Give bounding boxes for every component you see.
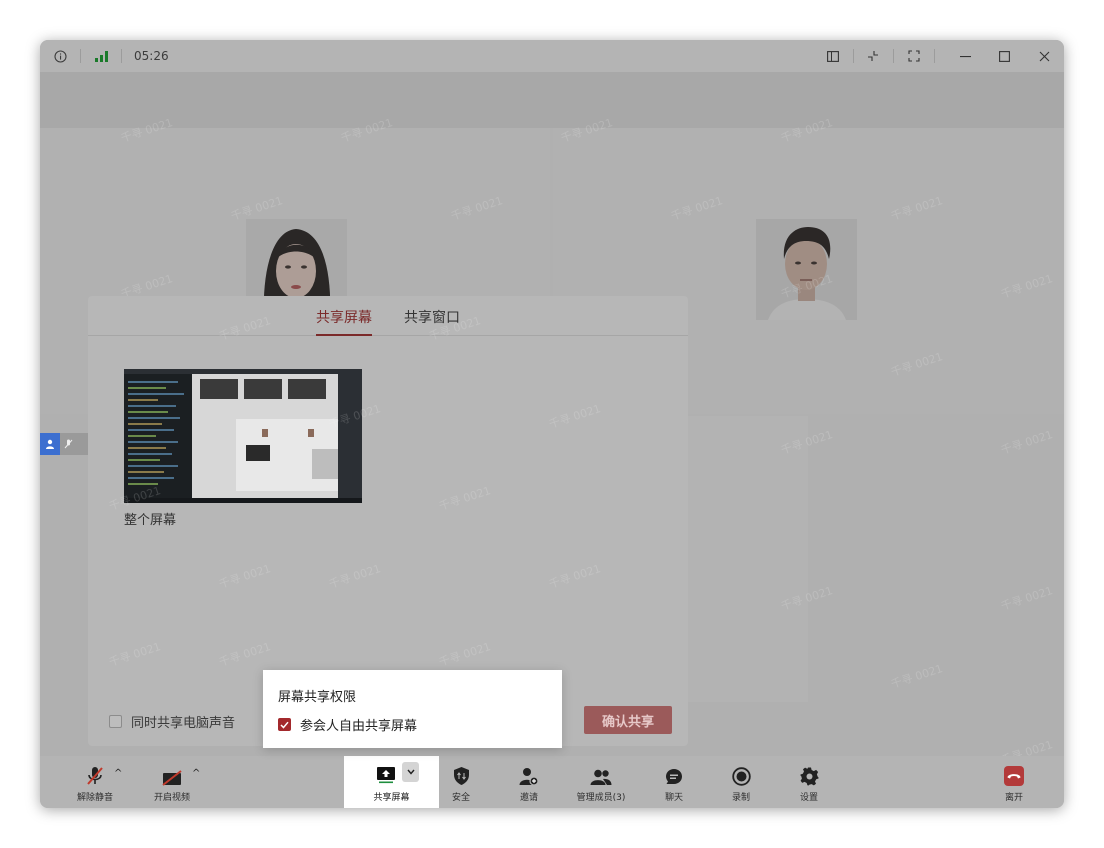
tab-share-screen[interactable]: 共享屏幕 xyxy=(316,307,372,336)
watermark: 千寻 0021 xyxy=(999,584,1055,613)
chat-label: 聊天 xyxy=(664,793,683,803)
confirm-share-button[interactable]: 确认共享 xyxy=(584,706,672,734)
watermark: 千寻 0021 xyxy=(547,562,603,591)
gear-icon xyxy=(800,756,819,786)
record-icon xyxy=(731,756,751,786)
share-tabs: 共享屏幕 共享窗口 xyxy=(88,296,688,336)
sidebar-layout-icon[interactable] xyxy=(825,40,841,72)
watermark: 千寻 0021 xyxy=(217,640,273,669)
settings-label: 设置 xyxy=(799,793,818,803)
share-audio-option[interactable]: 同时共享电脑声音 xyxy=(109,712,235,731)
record-button[interactable]: 录制 xyxy=(723,756,759,808)
security-label: 安全 xyxy=(451,793,470,803)
screen-thumbnail-caption: 整个屏幕 xyxy=(124,513,177,528)
tab-share-window[interactable]: 共享窗口 xyxy=(404,307,460,336)
mic-muted-icon xyxy=(86,756,104,786)
watermark: 千寻 0021 xyxy=(437,640,493,669)
share-permission-popup: 屏幕共享权限 参会人自由共享屏幕 xyxy=(263,670,562,748)
free-share-label: 参会人自由共享屏幕 xyxy=(300,719,418,734)
share-screen-label: 共享屏幕 xyxy=(373,793,410,803)
separator xyxy=(934,49,935,63)
mic-muted-icon xyxy=(60,439,76,449)
user-icon xyxy=(40,433,60,455)
participant-name-tag xyxy=(40,433,90,455)
leave-label: 离开 xyxy=(1004,793,1023,803)
camera-off-icon xyxy=(162,756,182,786)
share-audio-checkbox[interactable] xyxy=(109,715,122,728)
separator xyxy=(80,49,81,63)
meeting-clock: 05:26 xyxy=(134,49,169,63)
members-icon xyxy=(590,756,612,786)
screen-thumbnail[interactable] xyxy=(124,369,362,503)
watermark: 千寻 0021 xyxy=(889,662,945,691)
share-screen-button[interactable]: 共享屏幕 xyxy=(344,756,439,808)
unmute-button[interactable]: 解除静音 xyxy=(74,756,116,808)
watermark: 千寻 0021 xyxy=(437,484,493,513)
record-label: 录制 xyxy=(731,793,750,803)
settings-button[interactable]: 设置 xyxy=(791,756,827,808)
start-video-label: 开启视频 xyxy=(153,793,190,803)
share-screen-icon xyxy=(376,766,396,788)
manage-members-button[interactable]: 管理成员(3) xyxy=(573,756,629,808)
shield-icon xyxy=(453,756,470,786)
share-options-chevron-icon[interactable] xyxy=(402,762,419,782)
unmute-label: 解除静音 xyxy=(76,793,113,803)
free-share-checkbox[interactable] xyxy=(278,718,291,731)
signal-bars-icon xyxy=(94,40,108,72)
separator xyxy=(121,49,122,63)
audio-options-chevron-icon[interactable]: ^ xyxy=(114,768,122,779)
participant-avatar-male xyxy=(756,219,857,320)
free-share-option[interactable]: 参会人自由共享屏幕 xyxy=(278,715,417,734)
collapse-icon[interactable] xyxy=(865,40,881,72)
watermark: 千寻 0021 xyxy=(547,402,603,431)
bottom-toolbar: 解除静音 ^ 开启视频 ^ 共享屏幕 安全 邀请 管理成员(3) 聊天 录制 设… xyxy=(40,756,1064,808)
manage-members-label: 管理成员(3) xyxy=(576,793,626,803)
watermark: 千寻 0021 xyxy=(327,562,383,591)
invite-label: 邀请 xyxy=(519,793,538,803)
separator xyxy=(893,49,894,63)
watermark: 千寻 0021 xyxy=(999,428,1055,457)
invite-button[interactable]: 邀请 xyxy=(511,756,547,808)
add-user-icon xyxy=(519,756,539,786)
top-strip xyxy=(40,72,1064,128)
watermark: 千寻 0021 xyxy=(217,562,273,591)
chat-icon xyxy=(665,756,683,786)
info-icon[interactable] xyxy=(52,40,68,72)
start-video-button[interactable]: 开启视频 xyxy=(151,756,193,808)
share-permission-title: 屏幕共享权限 xyxy=(278,690,357,705)
leave-button[interactable]: 离开 xyxy=(996,756,1032,808)
watermark: 千寻 0021 xyxy=(107,640,163,669)
separator xyxy=(853,49,854,63)
chat-button[interactable]: 聊天 xyxy=(656,756,692,808)
minimize-icon[interactable] xyxy=(958,40,972,72)
close-icon[interactable] xyxy=(1037,40,1051,72)
video-options-chevron-icon[interactable]: ^ xyxy=(192,768,200,779)
fullscreen-icon[interactable] xyxy=(906,40,922,72)
maximize-icon[interactable] xyxy=(997,40,1011,72)
title-bar: 05:26 xyxy=(40,40,1064,72)
hang-up-icon xyxy=(1004,756,1024,786)
share-audio-label: 同时共享电脑声音 xyxy=(131,716,236,731)
security-button[interactable]: 安全 xyxy=(443,756,479,808)
